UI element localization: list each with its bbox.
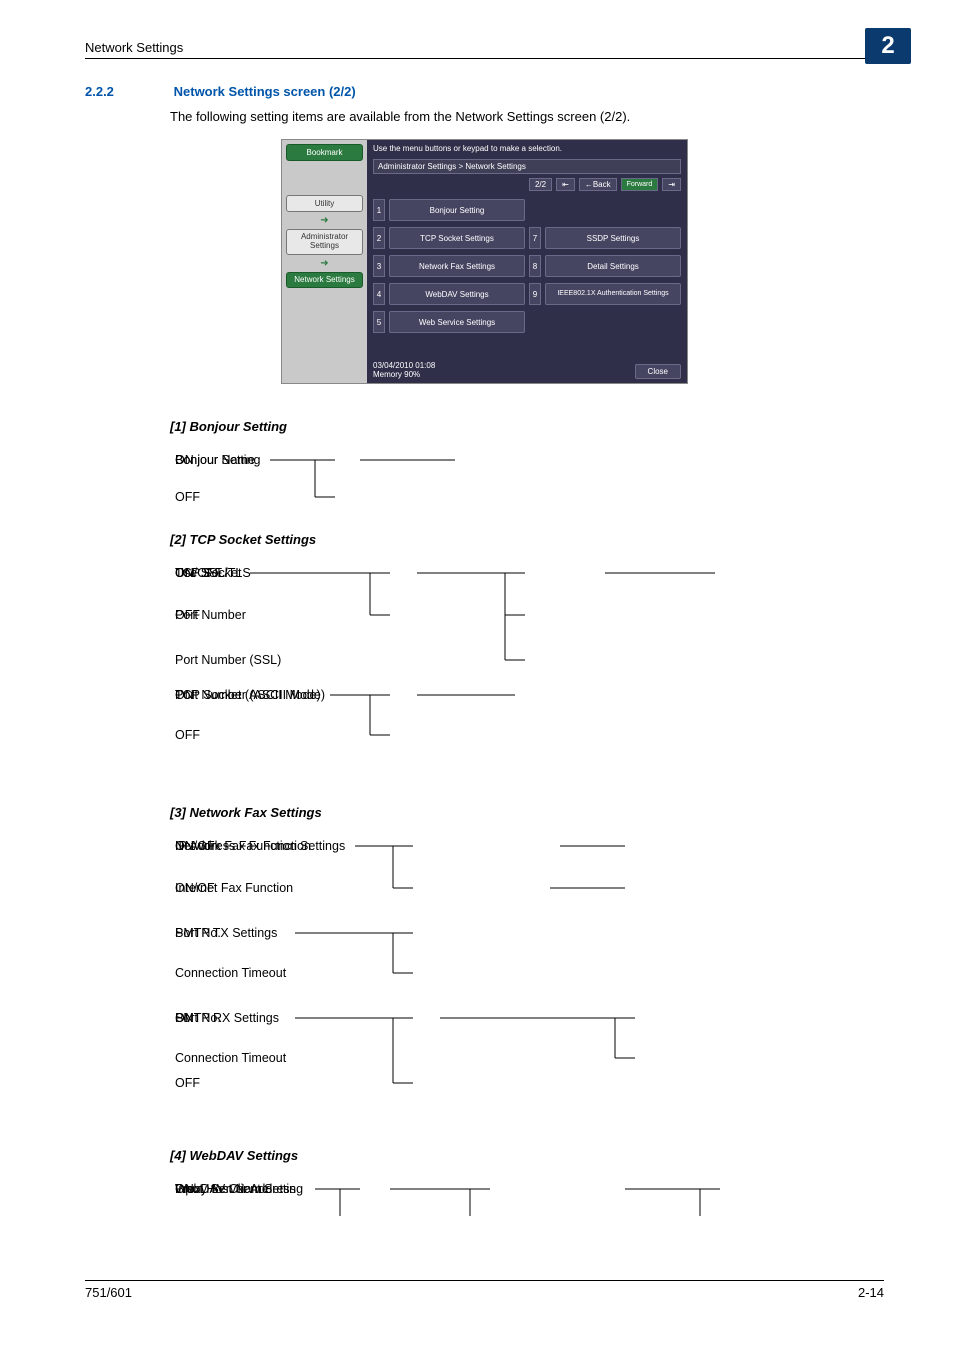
tree-label: Port No. xyxy=(175,926,221,940)
footer-left: 751/601 xyxy=(85,1285,132,1300)
menu-item[interactable]: Detail Settings xyxy=(545,255,681,277)
arrow-down-icon: ➜ xyxy=(286,215,363,226)
tree-label: OFF xyxy=(175,490,200,504)
forward-button[interactable]: Forward xyxy=(621,178,659,191)
tree-label: Connection Timeout xyxy=(175,966,286,980)
bookmark-button[interactable]: Bookmark xyxy=(286,144,363,161)
menu-number: 9 xyxy=(529,283,541,305)
page-footer: 751/601 2-14 xyxy=(85,1280,884,1300)
menu-item[interactable]: IEEE802.1X Authentication Settings xyxy=(545,283,681,305)
forward-arrow-icon: ⇥ xyxy=(668,180,675,189)
tree-label: ON/OF xyxy=(175,881,215,895)
menu-item[interactable]: Bonjour Setting xyxy=(389,199,525,221)
tree-label: OFF xyxy=(175,728,200,742)
menu-item[interactable]: TCP Socket Settings xyxy=(389,227,525,249)
tree-label: Port Number (SSL) xyxy=(175,653,281,667)
subsection-head: [4] WebDAV Settings xyxy=(170,1148,884,1163)
subsection-head: [3] Network Fax Settings xyxy=(170,805,884,820)
arrow-down-icon: ➜ xyxy=(286,258,363,269)
tree-label: Port No. xyxy=(175,1011,221,1025)
menu-item[interactable]: WebDAV Settings xyxy=(389,283,525,305)
footer-datetime: 03/04/2010 01:08 xyxy=(373,361,435,370)
tree-label: ON/OFF xyxy=(175,566,222,580)
breadcrumb: Administrator Settings > Network Setting… xyxy=(373,159,681,174)
section-title: Network Settings screen (2/2) xyxy=(174,84,356,99)
tree-label: ON/OF xyxy=(175,839,215,853)
footer-right: 2-14 xyxy=(858,1285,884,1300)
forward-button-end[interactable]: ⇥ xyxy=(662,178,681,191)
menu-number: 7 xyxy=(529,227,541,249)
section-heading: 2.2.2 Network Settings screen (2/2) xyxy=(85,84,884,99)
menu-number: 2 xyxy=(373,227,385,249)
tree-label: Connection Timeout xyxy=(175,1051,286,1065)
menu-number: 1 xyxy=(373,199,385,221)
tree-label: Input Host Name xyxy=(175,1182,269,1196)
back-button-label[interactable]: ←Back xyxy=(579,178,617,191)
menu-item[interactable]: Web Service Settings xyxy=(389,311,525,333)
menu-item[interactable]: Network Fax Settings xyxy=(389,255,525,277)
menu-number: 5 xyxy=(373,311,385,333)
utility-button[interactable]: Utility xyxy=(286,195,363,212)
back-button[interactable]: ⇤ xyxy=(556,178,575,191)
back-arrow-icon: ⇤ xyxy=(562,180,569,189)
section-number: 2.2.2 xyxy=(85,84,170,99)
admin-settings-button[interactable]: Administrator Settings xyxy=(286,229,363,255)
running-head-title: Network Settings xyxy=(85,40,183,55)
network-settings-button[interactable]: Network Settings xyxy=(286,272,363,289)
tree-label: Bonjour Name xyxy=(175,453,255,467)
close-button[interactable]: Close xyxy=(635,364,681,379)
tree-label: OFF xyxy=(175,1076,200,1090)
subsection-head: [1] Bonjour Setting xyxy=(170,419,884,434)
page-indicator: 2/2 xyxy=(529,178,552,191)
menu-item[interactable]: SSDP Settings xyxy=(545,227,681,249)
tree-label: Port Number xyxy=(175,608,246,622)
subsection-head: [2] TCP Socket Settings xyxy=(170,532,884,547)
tree-label: Port Number (ASCII Mode) xyxy=(175,688,325,702)
intro-text: The following setting items are availabl… xyxy=(170,109,884,124)
menu-number: 8 xyxy=(529,255,541,277)
menu-number: 4 xyxy=(373,283,385,305)
chapter-badge: 2 xyxy=(865,28,911,64)
embedded-screenshot: Bookmark Utility ➜ Administrator Setting… xyxy=(281,139,688,384)
hint-text: Use the menu buttons or keypad to make a… xyxy=(373,144,681,153)
menu-number: 3 xyxy=(373,255,385,277)
running-head: Network Settings xyxy=(85,40,884,59)
footer-memory: Memory 90% xyxy=(373,370,435,379)
